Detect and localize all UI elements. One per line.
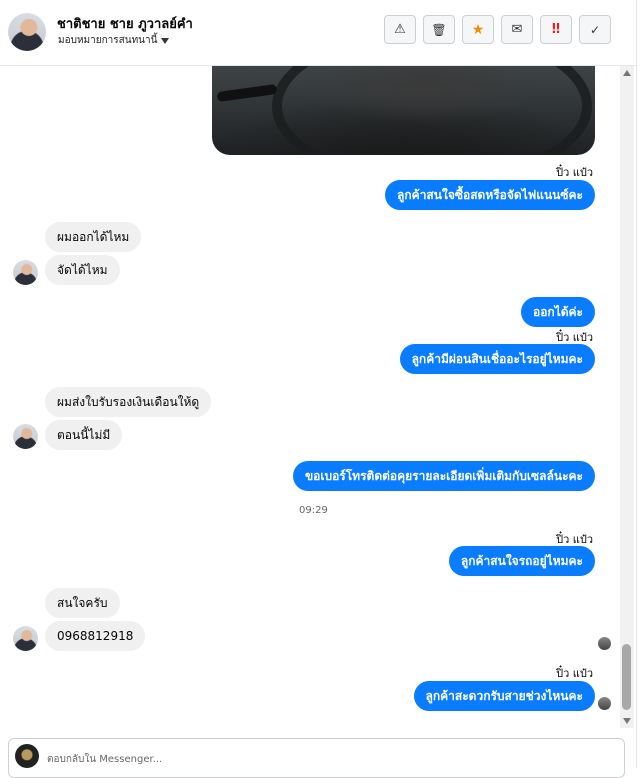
incoming-message[interactable]: 0968812918 bbox=[45, 621, 146, 651]
wiper-stalk-shape bbox=[216, 83, 278, 103]
spam-button[interactable]: ⚠ bbox=[384, 15, 416, 44]
incoming-message[interactable]: ผมส่งใบรับรองเงินเดือนให้ดู bbox=[45, 387, 212, 417]
outgoing-message[interactable]: ลูกค้าสะดวกรับสายช่วงไหนคะ bbox=[413, 681, 595, 711]
action-toolbar: ⚠ 🗑 ★ ✉ ‼ ✓ bbox=[384, 15, 611, 44]
conversation-header: ชาติชาย ชาย ภูวาลย์คำ มอบหมายการสนทนานี้… bbox=[0, 0, 644, 66]
seen-by-label: ปิ๋ว แป๋ว bbox=[556, 166, 593, 179]
thread-scrollbar[interactable] bbox=[620, 66, 634, 728]
incoming-message[interactable]: สนใจครับ bbox=[45, 588, 120, 618]
read-receipt-avatar bbox=[598, 637, 611, 650]
incoming-message[interactable]: ผมออกได้ไหม bbox=[45, 222, 142, 252]
reply-input[interactable]: ตอบกลับใน Messenger... bbox=[47, 752, 162, 767]
scroll-down-arrow-icon[interactable] bbox=[623, 718, 631, 724]
steering-wheel-shape bbox=[272, 66, 592, 155]
warning-icon: ⚠ bbox=[394, 22, 406, 37]
scroll-up-arrow-icon[interactable] bbox=[623, 70, 631, 76]
assign-conversation-dropdown[interactable]: มอบหมายการสนทนานี้ bbox=[58, 33, 170, 48]
outgoing-message[interactable]: ลูกค้าสนใจรถอยู่ไหมคะ bbox=[448, 546, 595, 576]
contact-name[interactable]: ชาติชาย ชาย ภูวาลย์คำ bbox=[57, 13, 193, 34]
assign-label: มอบหมายการสนทนานี้ bbox=[58, 35, 158, 46]
follow-up-button[interactable]: ‼ bbox=[540, 15, 572, 44]
star-icon: ★ bbox=[471, 21, 485, 38]
read-receipt-avatar bbox=[598, 697, 611, 710]
urgent-icon: ‼ bbox=[551, 22, 561, 37]
sender-avatar[interactable] bbox=[13, 424, 38, 449]
outgoing-message[interactable]: ขอเบอร์โทรติดต่อคุยรายละเอียดเพิ่มเติมกั… bbox=[292, 461, 595, 491]
trash-icon: 🗑 bbox=[431, 22, 447, 37]
page-avatar bbox=[15, 744, 39, 768]
mark-done-button[interactable]: ✓ bbox=[579, 15, 611, 44]
sender-avatar[interactable] bbox=[13, 626, 38, 651]
check-icon: ✓ bbox=[589, 22, 601, 37]
incoming-message[interactable]: จัดได้ไหม bbox=[45, 255, 120, 285]
message-thread[interactable]: ปิ๋ว แป๋ว ลูกค้าสนใจซื้อสดหรือจัดไฟแนนซ์… bbox=[0, 66, 620, 736]
star-button[interactable]: ★ bbox=[462, 15, 494, 44]
outgoing-message[interactable]: ออกได้ค่ะ bbox=[521, 297, 595, 327]
outgoing-message[interactable]: ลูกค้ามีผ่อนสินเชื่ออะไรอยู่ไหมคะ bbox=[399, 344, 595, 374]
incoming-message[interactable]: ตอนนี้ไม่มี bbox=[45, 420, 123, 450]
outgoing-message[interactable]: ลูกค้าสนใจซื้อสดหรือจัดไฟแนนซ์คะ bbox=[385, 180, 595, 210]
mail-icon: ✉ bbox=[511, 22, 523, 37]
shared-photo[interactable] bbox=[212, 66, 595, 155]
reply-composer[interactable]: ตอบกลับใน Messenger... bbox=[8, 738, 625, 778]
scrollbar-thumb[interactable] bbox=[622, 644, 631, 710]
mark-unread-button[interactable]: ✉ bbox=[501, 15, 533, 44]
caret-down-icon bbox=[161, 37, 170, 44]
contact-avatar[interactable] bbox=[8, 13, 46, 51]
delete-button[interactable]: 🗑 bbox=[423, 15, 455, 44]
seen-by-label: ปิ๋ว แป๋ว bbox=[556, 667, 593, 680]
sender-avatar[interactable] bbox=[13, 260, 38, 285]
panel-edge bbox=[636, 0, 644, 768]
message-timestamp: 09:29 bbox=[299, 505, 328, 516]
